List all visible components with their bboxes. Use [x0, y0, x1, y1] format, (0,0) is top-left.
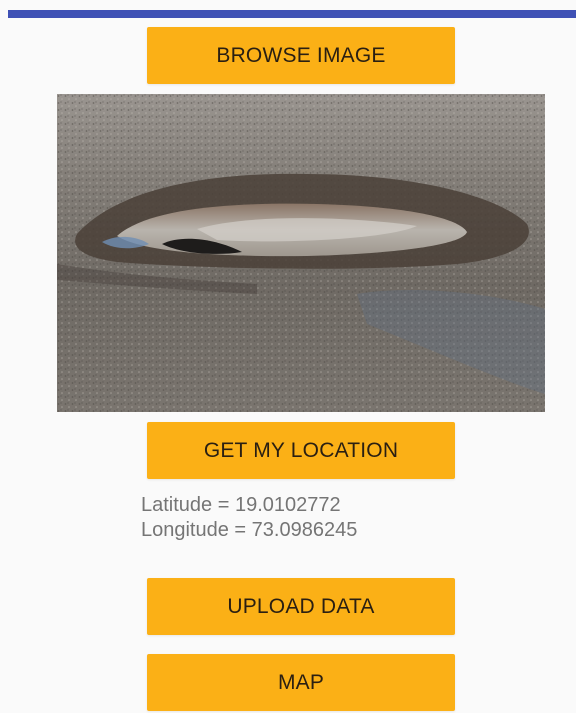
- longitude-text: Longitude = 73.0986245: [141, 519, 358, 541]
- get-my-location-button[interactable]: GET MY LOCATION: [147, 422, 455, 479]
- map-button[interactable]: MAP: [147, 654, 455, 711]
- pothole-photo-graphic: [57, 94, 545, 412]
- location-readout: Latitude = 19.0102772 Longitude = 73.098…: [141, 493, 357, 543]
- pothole-image: [57, 94, 545, 412]
- latitude-text: Latitude = 19.0102772: [141, 494, 341, 516]
- browse-image-button[interactable]: BROWSE IMAGE: [147, 27, 455, 84]
- top-accent-bar: [8, 10, 576, 18]
- upload-data-button[interactable]: UPLOAD DATA: [147, 578, 455, 635]
- app-screen: BROWSE IMAGE GET MY LOCATION Latitude = …: [0, 0, 576, 713]
